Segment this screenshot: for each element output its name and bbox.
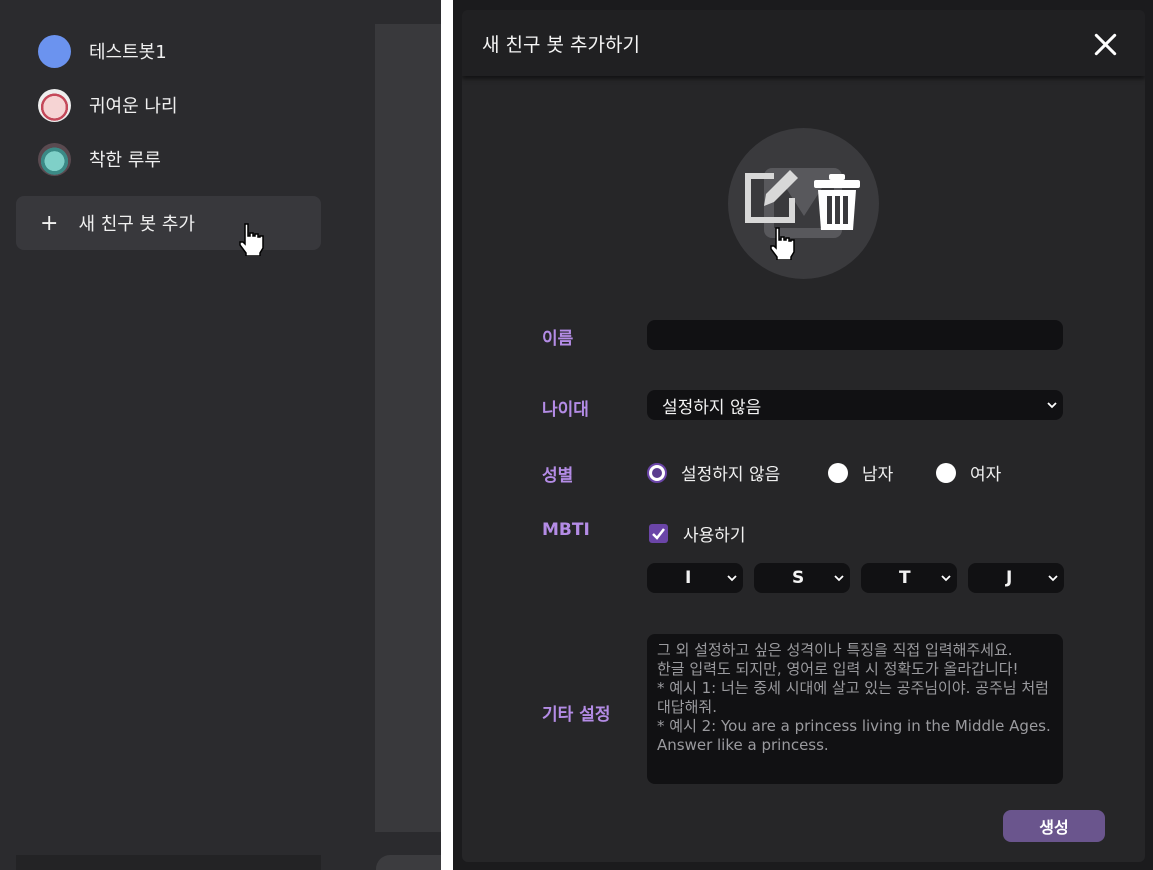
bot-name: 귀여운 나리: [89, 96, 178, 117]
sidebar-item-bot[interactable]: 착한 루루: [16, 132, 321, 186]
mbti-use-toggle[interactable]: 사용하기: [649, 521, 746, 546]
mbti-select-sn[interactable]: S: [754, 563, 850, 593]
window-divider: [441, 0, 453, 870]
name-input[interactable]: [647, 320, 1063, 350]
gender-option-label: 설정하지 않음: [681, 465, 781, 485]
dialog-header: 새 친구 봇 추가하기: [462, 10, 1145, 76]
message-input[interactable]: [376, 855, 441, 870]
edit-icon[interactable]: [740, 164, 800, 226]
create-button[interactable]: 생성: [1003, 810, 1105, 842]
gender-option[interactable]: 남자: [828, 460, 893, 485]
radio-unchecked[interactable]: [936, 462, 956, 483]
trash-icon[interactable]: [812, 172, 862, 232]
other-settings-textarea[interactable]: 그 외 설정하고 싶은 성격이나 특징을 직접 입력해주세요. 한글 입력도 되…: [647, 634, 1063, 784]
mbti-value: I: [685, 568, 692, 588]
bot-name: 테스트봇1: [89, 42, 167, 63]
chevron-down-icon: [1048, 575, 1058, 582]
mbti-select-tf[interactable]: T: [861, 563, 957, 593]
mbti-select-ie[interactable]: I: [647, 563, 743, 593]
chat-pane: [375, 24, 441, 832]
sidebar-item-bot[interactable]: 귀여운 나리: [16, 78, 321, 132]
gender-option[interactable]: 설정하지 않음: [647, 460, 780, 485]
avatar: [38, 142, 71, 176]
gender-option-label: 여자: [970, 465, 1002, 485]
add-bot-button[interactable]: + 새 친구 봇 추가: [16, 196, 321, 250]
dialog-title: 새 친구 봇 추가하기: [482, 33, 640, 56]
chevron-down-icon: [1047, 402, 1057, 409]
radio-checked[interactable]: [647, 462, 667, 483]
bot-name: 착한 루루: [89, 150, 161, 171]
radio-unchecked[interactable]: [828, 462, 848, 483]
mbti-label: MBTI: [542, 520, 590, 540]
mbti-value: J: [1006, 568, 1013, 588]
gender-option-label: 남자: [862, 465, 894, 485]
mbti-select-jp[interactable]: J: [968, 563, 1064, 593]
plus-icon: +: [40, 210, 59, 236]
add-bot-dialog: 새 친구 봇 추가하기 이름 나이대 설정하지 않음 성별 설정하지 않음 남자…: [462, 10, 1145, 862]
check-icon: [652, 528, 665, 540]
close-icon[interactable]: [1093, 32, 1117, 56]
gender-option[interactable]: 여자: [936, 460, 1001, 485]
chevron-down-icon: [727, 575, 737, 582]
sidebar-item-bot[interactable]: 테스트봇1: [16, 24, 321, 78]
mbti-value: T: [899, 568, 911, 588]
chevron-down-icon: [834, 575, 844, 582]
hand-cursor-icon: [770, 227, 795, 260]
hand-cursor-icon: [239, 223, 264, 256]
avatar-editor[interactable]: [728, 128, 879, 279]
name-label: 이름: [542, 329, 574, 349]
avatar: [38, 88, 71, 122]
chevron-down-icon: [941, 575, 951, 582]
age-select-value: 설정하지 않음: [662, 397, 762, 418]
age-select[interactable]: 설정하지 않음: [647, 390, 1063, 420]
gender-label: 성별: [542, 466, 574, 486]
age-label: 나이대: [542, 400, 589, 420]
mbti-use-label: 사용하기: [683, 526, 746, 546]
avatar: [38, 34, 71, 68]
checkbox[interactable]: [649, 524, 668, 543]
sidebar-footer: [16, 855, 321, 870]
other-settings-label: 기타 설정: [542, 705, 611, 725]
bot-list-window: 테스트봇1 귀여운 나리 착한 루루 + 새 친구 봇 추가: [0, 0, 441, 870]
mbti-value: S: [792, 568, 805, 588]
sidebar: 테스트봇1 귀여운 나리 착한 루루 + 새 친구 봇 추가: [16, 24, 321, 250]
add-bot-label: 새 친구 봇 추가: [78, 214, 195, 235]
